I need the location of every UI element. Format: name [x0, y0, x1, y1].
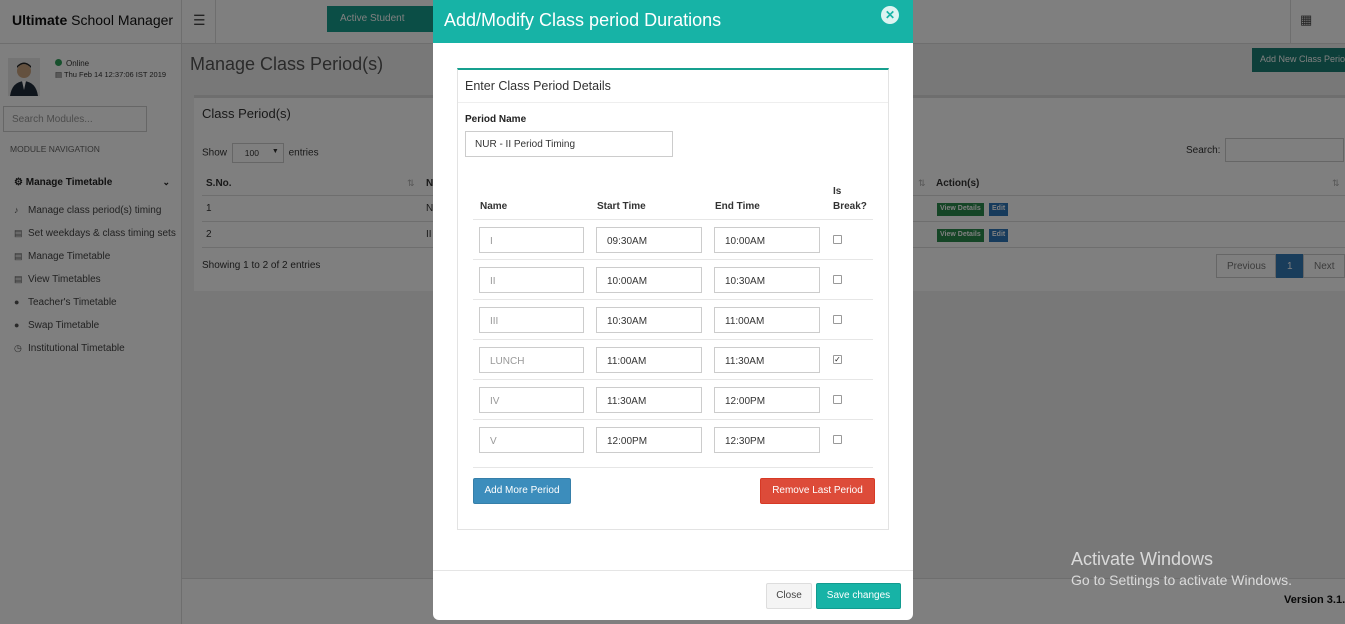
column-header-is-break-1: Is [833, 186, 842, 197]
period-name-label: Period Name [465, 114, 527, 125]
end-time-field[interactable]: 12:00PM [714, 387, 820, 413]
start-time-field[interactable]: 11:30AM [596, 387, 702, 413]
box-title: Enter Class Period Details [465, 79, 611, 93]
end-time-field[interactable]: 10:30AM [714, 267, 820, 293]
column-header-start-time: Start Time [597, 201, 646, 212]
modal-title: Add/Modify Class period Durations [444, 10, 722, 30]
end-time-field[interactable]: 11:00AM [714, 307, 820, 333]
period-name-field[interactable]: LUNCH [479, 347, 584, 373]
save-changes-button[interactable]: Save changes [816, 583, 901, 609]
period-name-input[interactable]: NUR - II Period Timing [465, 131, 673, 157]
period-name-field[interactable]: IV [479, 387, 584, 413]
start-time-field[interactable]: 10:30AM [596, 307, 702, 333]
is-break-checkbox[interactable] [833, 235, 842, 244]
column-header-is-break-2: Break? [833, 201, 867, 212]
remove-last-period-button[interactable]: Remove Last Period [760, 478, 875, 504]
watermark-line-2: Go to Settings to activate Windows. [1071, 572, 1292, 588]
watermark-line-1: Activate Windows [1071, 549, 1214, 569]
period-name-field[interactable]: III [479, 307, 584, 333]
is-break-checkbox[interactable] [833, 395, 842, 404]
period-details-box: Enter Class Period Details Period Name N… [457, 68, 889, 530]
modal-header: Add/Modify Class period Durations ✕ [433, 0, 913, 43]
table-divider [473, 299, 873, 300]
end-time-field[interactable]: 11:30AM [714, 347, 820, 373]
table-divider [473, 219, 873, 220]
start-time-field[interactable]: 11:00AM [596, 347, 702, 373]
start-time-field[interactable]: 09:30AM [596, 227, 702, 253]
table-divider [473, 379, 873, 380]
period-name-field[interactable]: V [479, 427, 584, 453]
column-header-name: Name [480, 201, 508, 212]
add-more-period-button[interactable]: Add More Period [473, 478, 571, 504]
is-break-checkbox[interactable] [833, 275, 842, 284]
table-divider [473, 339, 873, 340]
class-period-modal: Add/Modify Class period Durations ✕ Ente… [433, 0, 913, 620]
modal-footer-divider [433, 570, 913, 571]
table-divider [473, 259, 873, 260]
end-time-field[interactable]: 12:30PM [714, 427, 820, 453]
box-header: Enter Class Period Details [458, 70, 888, 103]
end-time-field[interactable]: 10:00AM [714, 227, 820, 253]
close-button[interactable]: Close [766, 583, 812, 609]
table-divider [473, 467, 873, 468]
period-name-field[interactable]: II [479, 267, 584, 293]
is-break-checkbox[interactable] [833, 315, 842, 324]
start-time-field[interactable]: 12:00PM [596, 427, 702, 453]
column-header-end-time: End Time [715, 201, 760, 212]
period-name-field[interactable]: I [479, 227, 584, 253]
close-icon[interactable]: ✕ [881, 6, 899, 24]
table-divider [473, 419, 873, 420]
is-break-checkbox-checked[interactable]: ✓ [833, 355, 842, 364]
activate-windows-watermark: Activate Windows Go to Settings to activ… [1071, 549, 1292, 588]
start-time-field[interactable]: 10:00AM [596, 267, 702, 293]
is-break-checkbox[interactable] [833, 435, 842, 444]
